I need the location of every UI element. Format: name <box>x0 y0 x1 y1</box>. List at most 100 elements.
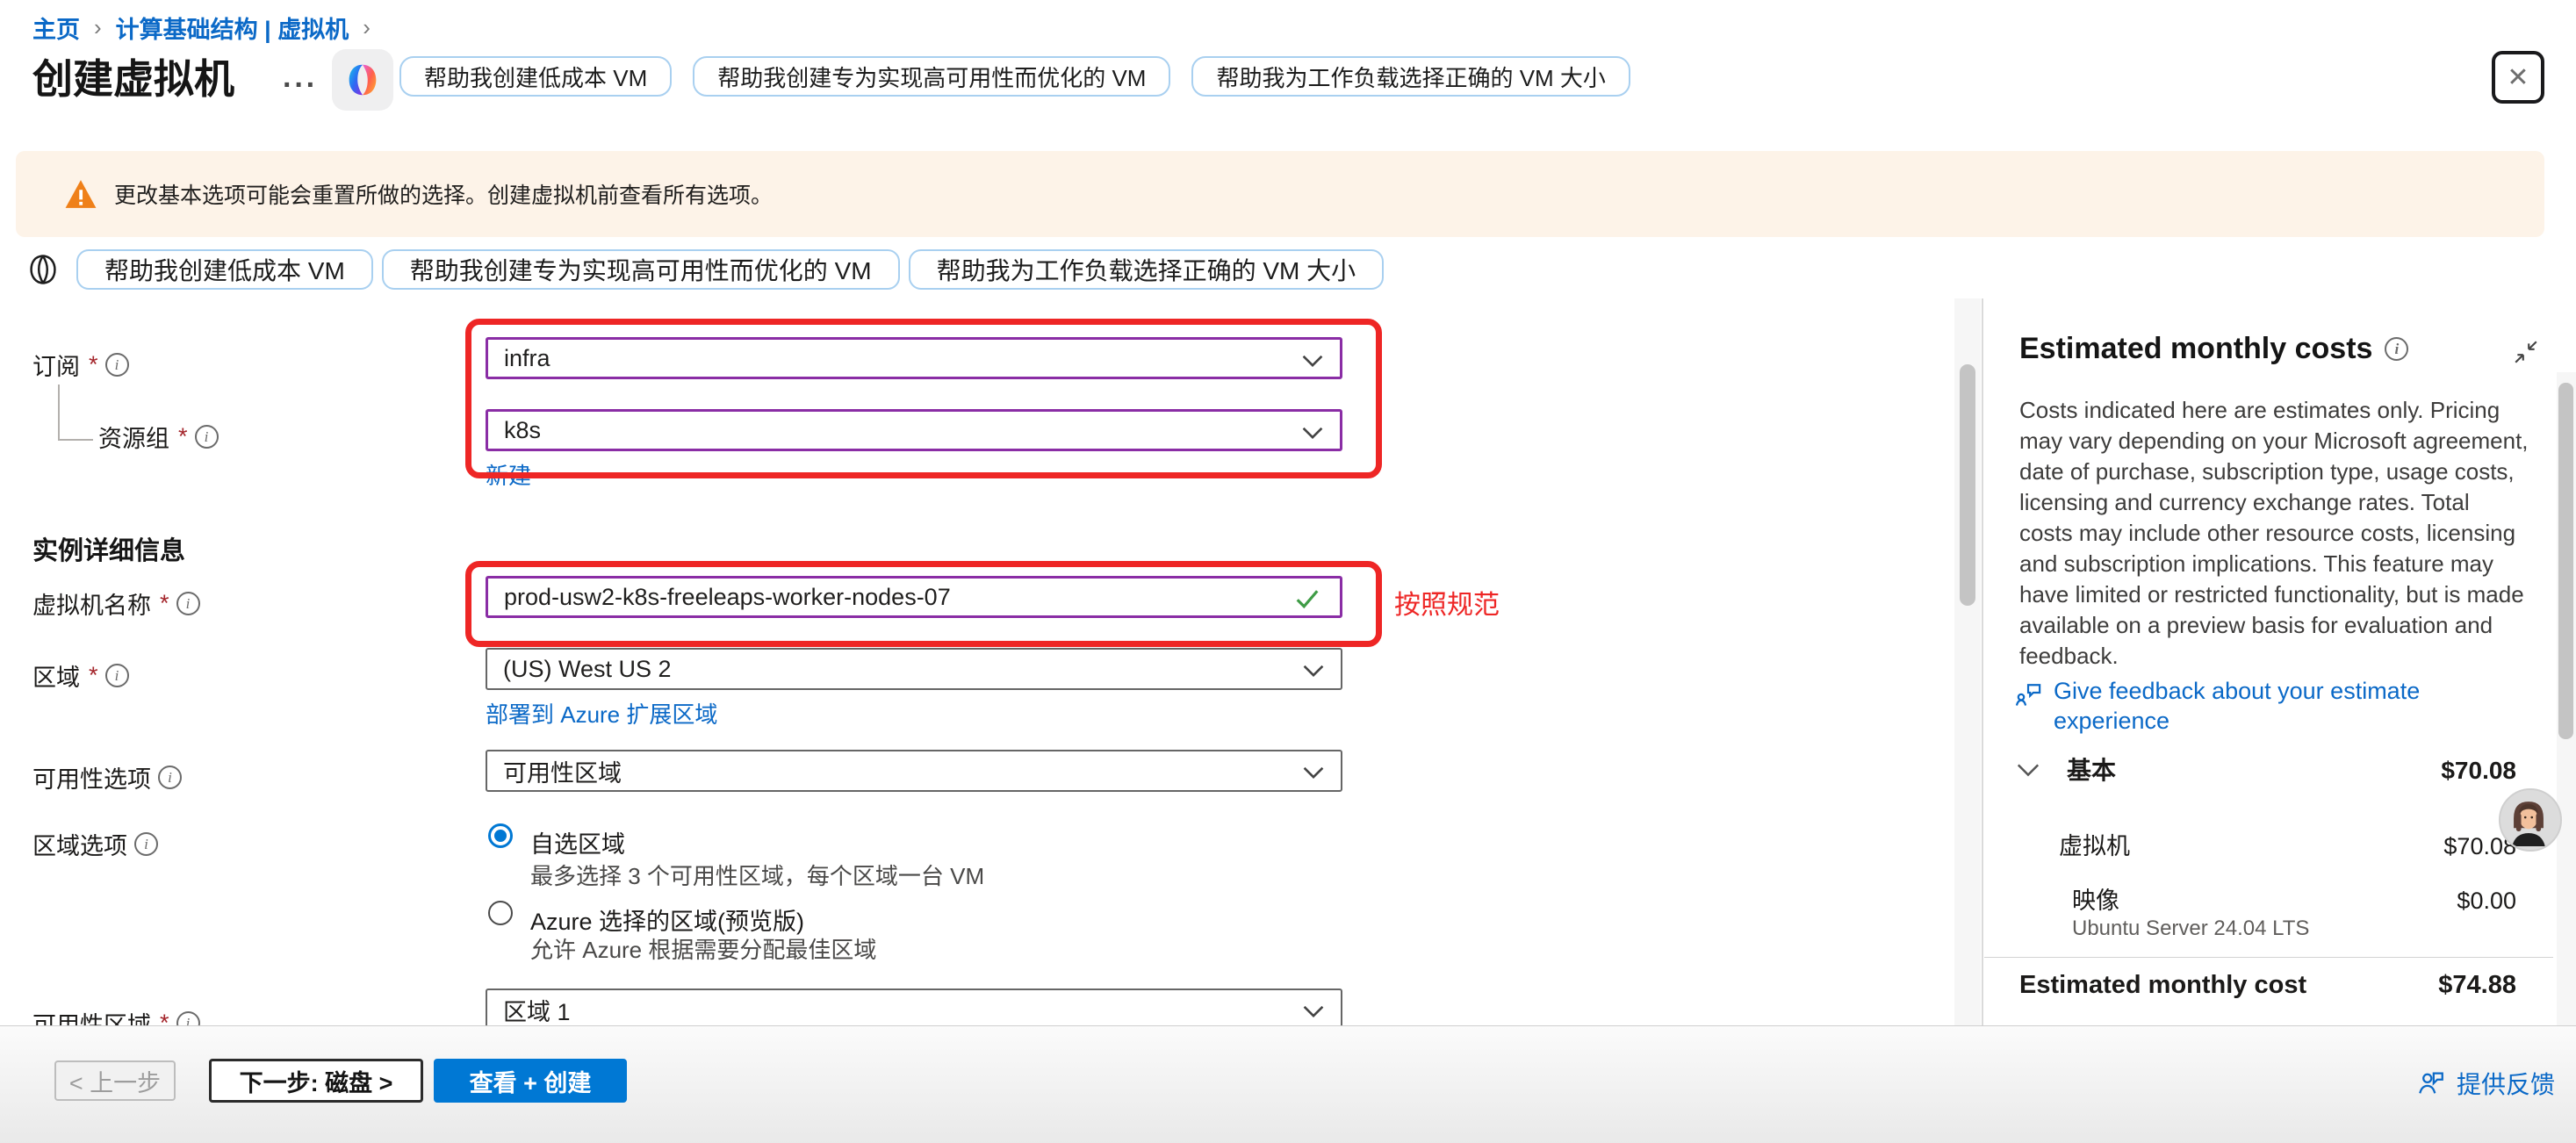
suggest-low-cost-vm-button[interactable]: 帮助我创建低成本 VM <box>399 56 672 97</box>
availability-options-dropdown[interactable]: 可用性区域 <box>486 750 1342 792</box>
suggest-right-vm-size-button[interactable]: 帮助我为工作负载选择正确的 VM 大小 <box>1191 56 1630 97</box>
vm-name-annotation: 按照规范 <box>1394 583 1500 622</box>
previous-step-button[interactable]: < 上一步 <box>54 1060 176 1101</box>
vm-name-label-row: 虚拟机名称 * i <box>32 586 200 621</box>
required-mark: * <box>160 590 169 617</box>
valid-check-icon <box>1294 587 1320 610</box>
warning-banner: 更改基本选项可能会重置所做的选择。创建虚拟机前查看所有选项。 <box>16 151 2544 237</box>
radio-self-selected-zones[interactable] <box>488 823 513 848</box>
resource-group-dropdown[interactable]: k8s <box>486 409 1342 451</box>
region-dropdown[interactable]: (US) West US 2 <box>486 648 1342 690</box>
field-connector-line <box>58 385 93 441</box>
cost-item-image-amount: $0.00 <box>2457 888 2516 915</box>
subscription-label: 订阅 <box>32 348 80 382</box>
chevron-down-icon <box>1301 354 1324 368</box>
warning-icon <box>63 177 98 211</box>
chevron-down-icon <box>1302 664 1325 678</box>
info-icon[interactable]: i <box>176 592 200 615</box>
region-label: 区域 <box>32 658 80 693</box>
person-feedback-icon <box>2416 1068 2446 1098</box>
info-icon[interactable]: i <box>2385 337 2408 361</box>
close-button[interactable]: ✕ <box>2492 51 2544 104</box>
availability-zone-dropdown[interactable]: 区域 1 <box>486 988 1342 1031</box>
create-vm-page: 主页 › 计算基础结构 | 虚拟机 › 创建虚拟机 ··· 帮助我创建低成本 V… <box>0 0 2576 1143</box>
cost-item-row: 虚拟机 $70.08 <box>2019 827 2516 861</box>
instance-details-section-title: 实例详细信息 <box>32 530 185 567</box>
required-mark: * <box>89 351 98 378</box>
cost-item-vm-name: 虚拟机 <box>2059 827 2130 861</box>
chevron-down-icon <box>1302 766 1325 780</box>
provide-feedback-link[interactable]: 提供反馈 <box>2416 1066 2555 1101</box>
resource-group-label: 资源组 <box>98 420 169 454</box>
breadcrumb: 主页 › 计算基础结构 | 虚拟机 › <box>32 11 371 45</box>
required-mark: * <box>178 423 188 450</box>
cost-item-image-detail: Ubuntu Server 24.04 LTS <box>2072 917 2309 941</box>
page-title: 创建虚拟机 <box>32 47 234 105</box>
copilot-suggestions-top: 帮助我创建低成本 VM 帮助我创建专为实现高可用性而优化的 VM 帮助我为工作负… <box>399 56 1630 97</box>
next-step-disks-button[interactable]: 下一步: 磁盘 > <box>209 1059 423 1103</box>
warning-text: 更改基本选项可能会重置所做的选择。创建虚拟机前查看所有选项。 <box>114 178 773 210</box>
info-icon[interactable]: i <box>105 353 129 377</box>
required-mark: * <box>89 662 98 689</box>
resource-group-value: k8s <box>504 417 541 444</box>
vm-name-input[interactable]: prod-usw2-k8s-freeleaps-worker-nodes-07 <box>486 576 1342 618</box>
availability-options-label-row: 可用性选项 i <box>32 760 182 794</box>
copilot-button[interactable] <box>332 49 393 111</box>
info-icon[interactable]: i <box>134 832 158 856</box>
panel-scrollbar-thumb[interactable] <box>2558 383 2573 739</box>
suggest-high-availability-vm-button[interactable]: 帮助我创建专为实现高可用性而优化的 VM <box>382 249 900 290</box>
suggest-low-cost-vm-button[interactable]: 帮助我创建低成本 VM <box>76 249 373 290</box>
avatar-image <box>2500 790 2557 846</box>
cost-group-amount: $70.08 <box>2441 757 2516 785</box>
radio-self-selected-zones-label[interactable]: 自选区域 <box>530 825 625 859</box>
cost-item-image-name: 映像 <box>2072 881 2119 916</box>
info-icon[interactable]: i <box>158 766 182 789</box>
copilot-outline-icon[interactable] <box>23 248 63 291</box>
feedback-bubbles-icon <box>2014 676 2045 709</box>
panel-divider <box>1982 298 1983 1025</box>
collapse-panel-icon[interactable] <box>2513 339 2539 365</box>
close-icon: ✕ <box>2507 62 2529 93</box>
estimate-feedback-link[interactable]: Give feedback about your estimate experi… <box>2014 676 2529 736</box>
form-scrollbar-thumb[interactable] <box>1960 364 1975 606</box>
zone-options-label: 区域选项 <box>32 827 127 861</box>
chevron-down-icon <box>1301 426 1324 440</box>
vm-name-label: 虚拟机名称 <box>32 586 151 621</box>
resource-group-label-row: 资源组 * i <box>98 420 219 454</box>
breadcrumb-separator: › <box>363 14 371 41</box>
breadcrumb-section[interactable]: 计算基础结构 | 虚拟机 <box>116 11 349 45</box>
subscription-label-row: 订阅 * i <box>32 348 129 382</box>
cost-group-name: 基本 <box>2067 751 2116 787</box>
copilot-icon <box>342 60 383 100</box>
chevron-down-icon <box>1302 1004 1325 1018</box>
cost-item-row: 映像 $0.00 <box>2019 881 2516 916</box>
info-icon[interactable]: i <box>195 425 219 449</box>
cost-total-label: Estimated monthly cost <box>2019 971 2306 1000</box>
subscription-value: infra <box>504 345 550 372</box>
radio-self-selected-zones-desc: 最多选择 3 个可用性区域，每个区域一台 VM <box>530 859 984 891</box>
availability-options-label: 可用性选项 <box>32 760 151 794</box>
breadcrumb-home[interactable]: 主页 <box>32 11 80 45</box>
cost-total-divider <box>1984 957 2553 958</box>
zone-options-label-row: 区域选项 i <box>32 827 158 861</box>
region-value: (US) West US 2 <box>503 656 672 683</box>
suggest-right-vm-size-button[interactable]: 帮助我为工作负载选择正确的 VM 大小 <box>909 249 1385 290</box>
suggest-high-availability-vm-button[interactable]: 帮助我创建专为实现高可用性而优化的 VM <box>693 56 1170 97</box>
radio-azure-selected-zones[interactable] <box>488 901 513 925</box>
create-new-resource-group-link[interactable]: 新建 <box>486 458 531 491</box>
availability-options-value: 可用性区域 <box>503 754 622 788</box>
review-create-button[interactable]: 查看 + 创建 <box>434 1059 627 1103</box>
subscription-dropdown[interactable]: infra <box>486 337 1342 379</box>
cost-total-row: Estimated monthly cost $74.88 <box>2019 971 2516 1000</box>
provide-feedback-text: 提供反馈 <box>2457 1066 2555 1101</box>
cost-disclaimer-text: Costs indicated here are estimates only.… <box>2019 395 2529 672</box>
more-options-button[interactable]: ··· <box>283 68 318 103</box>
expander-chevron-icon[interactable] <box>2016 762 2040 778</box>
cost-total-amount: $74.88 <box>2438 971 2516 1000</box>
vm-name-value: prod-usw2-k8s-freeleaps-worker-nodes-07 <box>504 584 951 611</box>
deploy-edge-zone-link[interactable]: 部署到 Azure 扩展区域 <box>486 697 717 730</box>
radio-azure-selected-zones-desc: 允许 Azure 根据需要分配最佳区域 <box>530 932 876 965</box>
info-icon[interactable]: i <box>105 664 129 687</box>
assistant-avatar[interactable] <box>2499 788 2562 852</box>
cost-panel-title: Estimated monthly costs <box>2019 332 2372 366</box>
